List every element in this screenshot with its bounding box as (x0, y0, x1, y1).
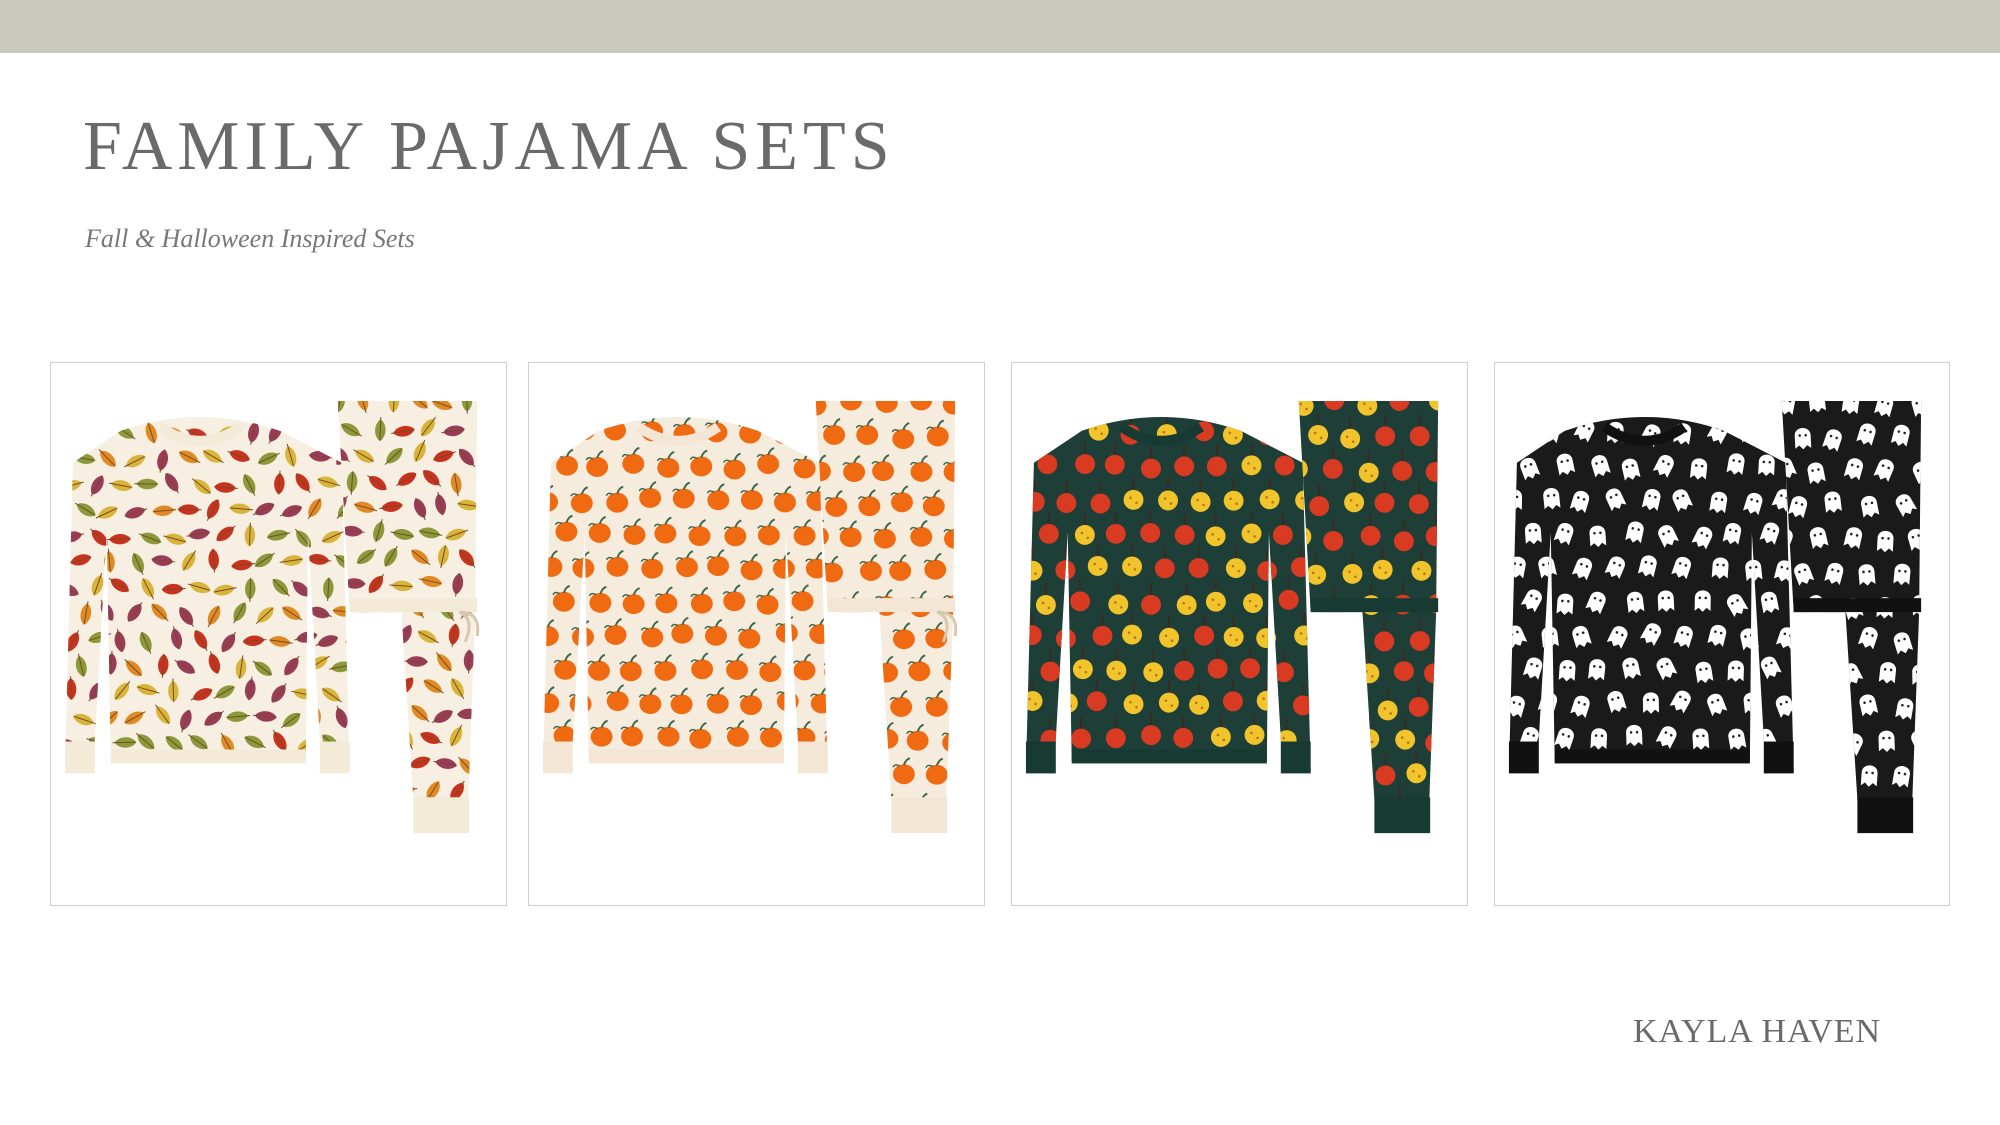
pajama-set-image-autumn-leaves (64, 401, 480, 834)
page-title: FAMILY PAJAMA SETS (83, 108, 895, 185)
page-subtitle: Fall & Halloween Inspired Sets (85, 224, 415, 253)
pajama-set-image-ghosts (1508, 401, 1922, 834)
brand-name: KAYLA HAVEN (1633, 1013, 1882, 1050)
product-card-ghosts[interactable] (1494, 362, 1950, 906)
product-card-pumpkins[interactable] (528, 362, 985, 906)
pajama-set-image-apples (1025, 401, 1439, 834)
top-banner-bar (0, 0, 2000, 53)
pajama-set-image-pumpkins (542, 401, 958, 834)
product-card-autumn-leaves[interactable] (50, 362, 507, 906)
product-card-apples[interactable] (1011, 362, 1468, 906)
